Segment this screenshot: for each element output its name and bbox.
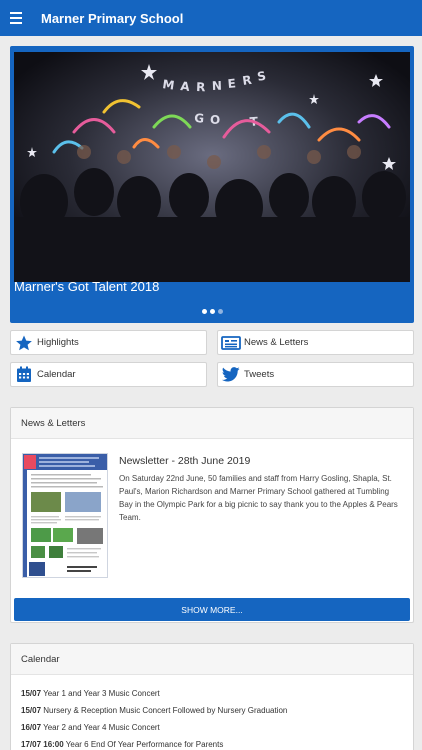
carousel-dots [10, 309, 414, 314]
app-title: Marner Primary School [41, 10, 184, 26]
calendar-event[interactable]: 16/07 Year 2 and Year 4 Music Concert [21, 723, 160, 732]
quick-link-highlights[interactable]: Highlights [10, 330, 207, 355]
event-date: 17/07 16:00 [21, 740, 64, 749]
carousel-dot[interactable] [217, 309, 223, 314]
svg-text:R: R [241, 73, 252, 88]
newsletter-title[interactable]: Newsletter - 28th June 2019 [119, 455, 250, 467]
event-title: Year 2 and Year 4 Music Concert [43, 723, 160, 732]
event-date: 16/07 [21, 723, 42, 732]
svg-text:R: R [196, 80, 206, 94]
quick-link-label: Highlights [37, 337, 79, 348]
hamburger-menu-icon[interactable] [0, 0, 32, 36]
newspaper-icon [218, 330, 244, 355]
news-card-heading: News & Letters [11, 408, 413, 439]
newsletter-summary: On Saturday 22nd June, 50 families and s… [119, 474, 398, 522]
calendar-card-heading: Calendar [11, 644, 413, 675]
svg-text:G: G [194, 111, 205, 126]
event-date: 15/07 [21, 706, 42, 715]
app-bar: Marner Primary School [0, 0, 422, 36]
carousel-dot[interactable] [209, 309, 215, 314]
carousel-dot[interactable] [201, 309, 207, 314]
event-title: Nursery & Reception Music Concert Follow… [43, 706, 288, 715]
svg-text:E: E [227, 76, 236, 91]
star-icon [11, 330, 37, 355]
hero-caption: Marner's Got Talent 2018 [14, 279, 160, 294]
calendar-icon [11, 362, 37, 387]
calendar-event[interactable]: 17/07 16:00 Year 6 End Of Year Performan… [21, 740, 223, 749]
newsletter-thumbnail[interactable] [22, 453, 108, 578]
calendar-event[interactable]: 15/07 Nursery & Reception Music Concert … [21, 706, 287, 715]
event-title: Year 6 End Of Year Performance for Paren… [65, 740, 224, 749]
quick-link-calendar[interactable]: Calendar [10, 362, 207, 387]
show-more-button[interactable]: SHOW MORE... [14, 598, 410, 621]
hero-photo[interactable]: M A R N E R S G O T [14, 52, 410, 282]
calendar-event[interactable]: 15/07 Year 1 and Year 3 Music Concert [21, 689, 160, 698]
twitter-icon [218, 362, 244, 387]
news-card: News & Letters Newsletter - 28th June 20… [10, 407, 414, 623]
event-date: 15/07 [21, 689, 42, 698]
svg-text:N: N [212, 79, 223, 93]
calendar-card: Calendar 15/07 Year 1 and Year 3 Music C… [10, 643, 414, 750]
quick-link-label: Calendar [37, 369, 76, 380]
quick-link-label: News & Letters [244, 337, 309, 348]
svg-text:M: M [162, 77, 176, 93]
quick-link-news[interactable]: News & Letters [217, 330, 414, 355]
quick-link-label: Tweets [244, 369, 275, 380]
quick-link-tweets[interactable]: Tweets [217, 362, 414, 387]
svg-text:O: O [210, 113, 220, 127]
event-title: Year 1 and Year 3 Music Concert [43, 689, 160, 698]
hero-carousel[interactable]: M A R N E R S G O T Marner's Got Talent … [10, 46, 414, 323]
